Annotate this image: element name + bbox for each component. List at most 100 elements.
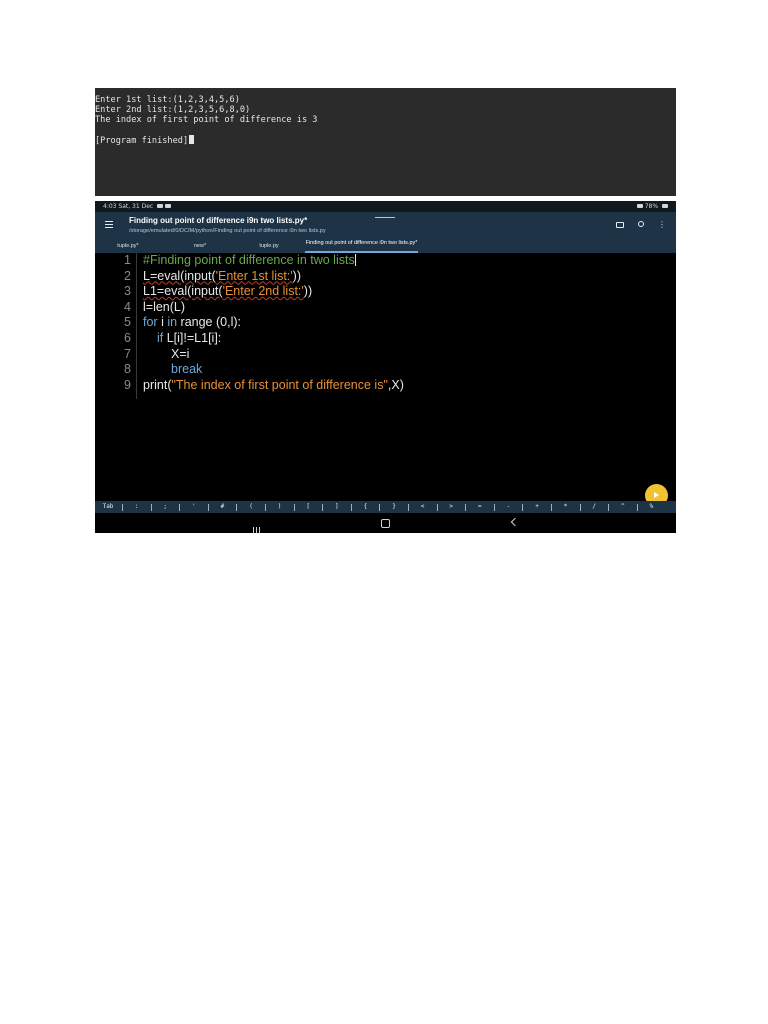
line-number: 1 <box>124 253 131 267</box>
notification-icon <box>165 204 172 208</box>
code-token: L=eval(input( <box>143 268 216 283</box>
key-button[interactable]: Tab <box>97 501 119 513</box>
text-cursor <box>354 254 356 266</box>
recent-apps-icon[interactable] <box>253 519 262 533</box>
key-separator <box>293 504 295 511</box>
file-path: /storage/emulated/0/DCIM/python/Finding … <box>129 228 326 234</box>
line-number: 2 <box>124 268 131 283</box>
line-number: 9 <box>124 377 131 392</box>
key-separator <box>150 504 152 511</box>
key-button[interactable]: ) <box>269 501 291 513</box>
line-number: 7 <box>124 346 131 361</box>
extra-keys-bar: Tab:; ' # () [] {} < > = - + * / ^% <box>95 501 676 513</box>
code-token: )) <box>292 268 301 283</box>
lightbulb-icon[interactable] <box>636 220 646 230</box>
code-keyword: for <box>143 315 158 330</box>
key-button[interactable]: ] <box>326 501 348 513</box>
code-token: print( <box>143 377 172 392</box>
hamburger-menu-icon[interactable] <box>105 221 113 228</box>
key-separator <box>207 504 209 511</box>
key-separator <box>551 504 552 511</box>
code-token: L[i]!=L1[i]: <box>163 331 222 345</box>
code-editor-screen: 4:03 Sat, 31 Dec 78% Finding out point o… <box>95 201 676 533</box>
key-button[interactable]: * <box>555 501 577 513</box>
key-separator <box>322 504 324 511</box>
key-separator <box>579 504 581 511</box>
status-right: 78% <box>635 201 668 212</box>
code-line-1: #Finding point of difference in two list… <box>143 253 356 267</box>
key-separator <box>465 504 467 511</box>
key-button[interactable]: ' <box>183 501 205 513</box>
key-button[interactable]: > <box>440 501 462 513</box>
code-line-7: X=i <box>171 346 190 361</box>
key-button[interactable]: [ <box>297 501 319 513</box>
code-keyword: break <box>171 362 203 377</box>
key-button[interactable]: ; <box>154 501 176 513</box>
status-time: 4:03 <box>103 203 117 210</box>
key-separator <box>236 504 238 511</box>
wifi-icon <box>636 204 643 208</box>
key-separator <box>379 504 381 511</box>
line-number-gutter <box>136 253 137 399</box>
key-button[interactable]: ^ <box>612 501 634 513</box>
code-line-6: if L[i]!=L1[i]: <box>157 331 221 345</box>
status-left: 4:03 Sat, 31 Dec <box>103 201 172 212</box>
terminal-finished-text: [Program finished] <box>95 136 189 146</box>
key-separator <box>408 504 409 511</box>
line-number: 3 <box>124 284 131 299</box>
tab-new[interactable]: new* <box>180 239 220 253</box>
folder-icon[interactable] <box>615 220 625 230</box>
key-separator <box>436 504 438 511</box>
key-separator <box>493 504 495 511</box>
code-line-4: l=len(L) <box>143 299 186 314</box>
battery-level: 78% <box>644 203 659 210</box>
key-button[interactable]: : <box>126 501 148 513</box>
code-line-2: L=eval(input('Enter 1st list:')) <box>143 269 301 283</box>
more-options-icon[interactable]: ⋮ <box>657 220 667 230</box>
key-separator <box>522 504 524 511</box>
code-token: )) <box>303 284 313 299</box>
code-line-5: for i in range (0,l): <box>143 315 241 329</box>
key-button[interactable]: + <box>526 501 548 513</box>
key-button[interactable]: } <box>383 501 405 513</box>
key-button[interactable]: / <box>583 501 605 513</box>
app-toolbar: Finding out point of difference i9n two … <box>95 212 676 239</box>
key-separator <box>608 504 610 511</box>
key-button[interactable]: < <box>412 501 434 513</box>
key-separator <box>122 504 123 511</box>
line-number: 4 <box>124 299 131 314</box>
tab-tuple[interactable]: tuple.py <box>247 239 291 253</box>
play-icon <box>654 492 659 498</box>
file-title: Finding out point of difference i9n two … <box>129 216 308 225</box>
key-button[interactable]: - <box>497 501 519 513</box>
tab-tuple-modified[interactable]: tuple.py* <box>103 239 153 253</box>
code-string: "The index of first point of difference … <box>171 377 388 392</box>
key-separator <box>179 504 181 511</box>
key-separator <box>636 504 638 511</box>
code-line-3: L1=eval(input('Enter 2nd list:')) <box>143 284 312 298</box>
terminal-finished-line: [Program finished] <box>95 135 676 146</box>
back-icon[interactable] <box>510 517 520 527</box>
key-button[interactable]: { <box>354 501 376 513</box>
key-button[interactable]: % <box>640 501 662 513</box>
code-keyword: in <box>167 315 178 330</box>
terminal-line: Enter 1st list:(1,2,3,4,5,6) <box>95 95 240 105</box>
terminal-line: The index of first point of difference i… <box>95 115 318 125</box>
key-button[interactable]: = <box>469 501 491 513</box>
code-line-8: break <box>171 362 202 376</box>
key-button[interactable]: ( <box>240 501 262 513</box>
key-button[interactable]: # <box>211 501 233 513</box>
tab-active-file[interactable]: Finding out point of difference i9n two … <box>305 239 418 253</box>
key-separator <box>350 504 352 511</box>
battery-icon <box>662 204 668 208</box>
line-number: 8 <box>124 362 131 377</box>
terminal-output: Enter 1st list:(1,2,3,4,5,6) Enter 2nd l… <box>95 88 676 196</box>
system-status-bar: 4:03 Sat, 31 Dec 78% <box>95 201 676 212</box>
file-tabs: tuple.py* new* tuple.py Finding out poin… <box>95 239 676 253</box>
terminal-line: Enter 2nd list:(1,2,3,5,6,8,0) <box>95 105 251 115</box>
home-icon[interactable] <box>381 519 390 528</box>
code-string: 'Enter 2nd list:' <box>222 284 304 299</box>
drag-handle[interactable] <box>375 217 395 218</box>
notification-icon <box>157 204 164 208</box>
system-nav-bar <box>95 513 676 533</box>
